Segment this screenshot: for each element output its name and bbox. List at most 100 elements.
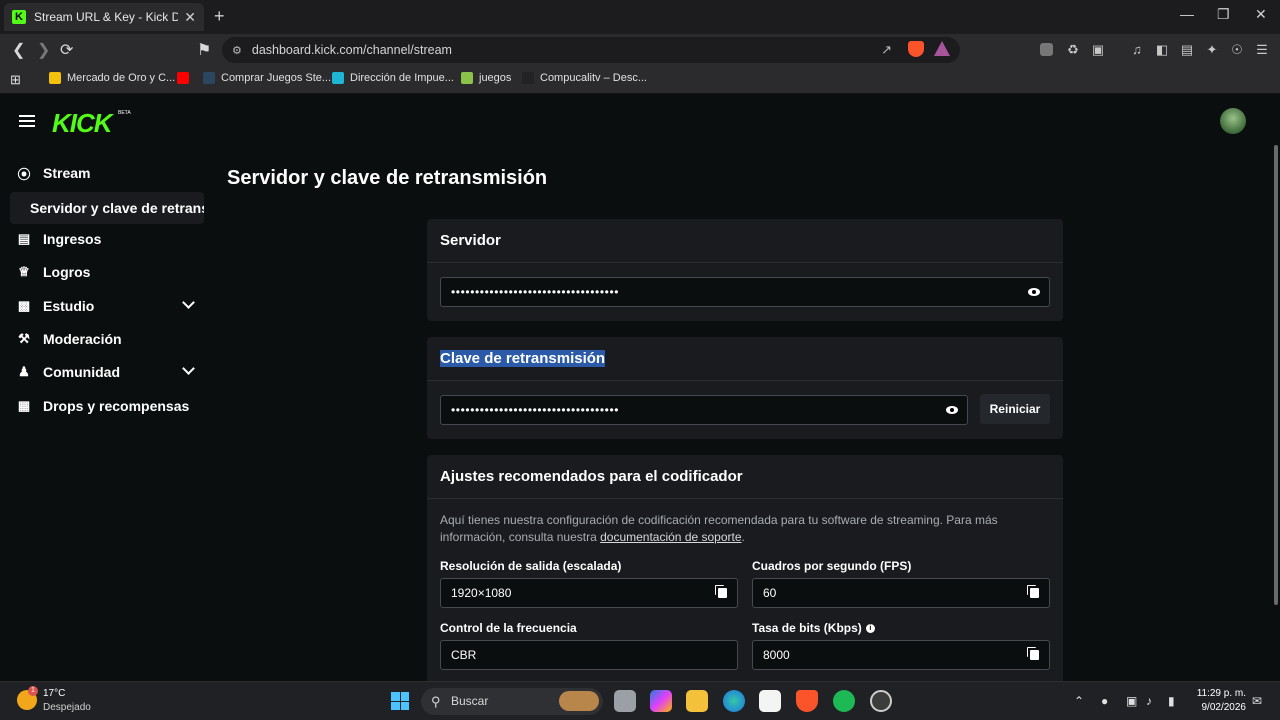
fps-label: Cuadros por segundo (FPS) xyxy=(752,559,912,573)
apps-grid-icon[interactable]: ⊞ xyxy=(10,72,21,88)
info-icon[interactable]: i xyxy=(865,624,875,634)
extension-icon[interactable] xyxy=(1040,43,1053,56)
browser-toolbar: ❮ ❯ ⟳ ⚑ ⚙ dashboard.kick.com/channel/str… xyxy=(0,34,1280,66)
eye-icon[interactable] xyxy=(946,406,958,414)
minimize-icon[interactable]: — xyxy=(1180,6,1194,22)
forward-icon[interactable]: ❯ xyxy=(37,40,50,60)
bitrate-field[interactable]: 8000 xyxy=(752,640,1050,670)
address-bar[interactable]: ⚙ dashboard.kick.com/channel/stream ↗ xyxy=(222,37,960,63)
sidebar-icon[interactable]: ◧ xyxy=(1154,42,1170,58)
page-scrollbar[interactable] xyxy=(1274,145,1278,605)
sidebar-subitem-server-key[interactable]: Servidor y clave de retransmisión xyxy=(10,192,204,224)
resolution-label: Resolución de salida (escalada) xyxy=(440,559,622,573)
maximize-icon[interactable]: ❐ xyxy=(1217,6,1230,23)
vpn-icon[interactable]: ☉ xyxy=(1229,42,1245,58)
notifications-icon[interactable]: ✉ xyxy=(1252,694,1262,708)
screenshot-icon[interactable]: ▣ xyxy=(1090,42,1106,58)
fps-field[interactable]: 60 xyxy=(752,578,1050,608)
avatar[interactable] xyxy=(1220,108,1246,134)
temperature[interactable]: 17°C xyxy=(43,688,65,699)
puzzle-icon[interactable]: ♻ xyxy=(1065,42,1081,58)
close-tab-icon[interactable]: ✕ xyxy=(184,9,196,26)
bookmark-icon[interactable]: ⚑ xyxy=(197,40,211,60)
bookmark-item[interactable]: Dirección de Impue... xyxy=(332,72,454,84)
bookmark-item[interactable] xyxy=(177,72,195,84)
bitrate-label-text: Tasa de bits (Kbps) xyxy=(752,621,862,635)
hamburger-menu-icon[interactable] xyxy=(19,115,35,127)
sidebar-item-comunidad[interactable]: ♟ Comunidad xyxy=(16,362,120,382)
brave-icon[interactable] xyxy=(796,690,818,712)
battery-icon[interactable]: ▮ xyxy=(1168,694,1175,708)
beta-badge: BETA xyxy=(118,110,131,116)
site-info-icon[interactable]: ⚙ xyxy=(232,44,242,57)
display-icon[interactable]: ▣ xyxy=(1126,694,1137,708)
brave-rewards-icon[interactable] xyxy=(934,41,950,56)
server-value: ••••••••••••••••••••••••••••••••••• xyxy=(451,285,620,299)
stream-key-value: ••••••••••••••••••••••••••••••••••• xyxy=(451,403,620,417)
sidebar-item-moderacion[interactable]: ⚒ Moderación xyxy=(16,329,121,349)
new-tab-button[interactable]: + xyxy=(214,6,225,27)
kick-logo[interactable]: KICK xyxy=(52,108,113,139)
taskbar-search[interactable]: ⚲ Buscar xyxy=(421,688,603,715)
eye-icon[interactable] xyxy=(1028,288,1040,296)
copilot-icon[interactable] xyxy=(650,690,672,712)
resolution-field[interactable]: 1920×1080 xyxy=(440,578,738,608)
store-icon[interactable] xyxy=(759,690,781,712)
copy-icon[interactable] xyxy=(1027,585,1039,598)
chevron-down-icon[interactable] xyxy=(182,364,196,378)
windows-start-icon[interactable] xyxy=(391,692,409,710)
sidebar-item-estudio[interactable]: ▩ Estudio xyxy=(16,296,95,316)
server-title: Servidor xyxy=(427,219,1063,263)
chevron-down-icon[interactable] xyxy=(182,298,196,312)
back-icon[interactable]: ❮ xyxy=(12,40,25,60)
file-explorer-icon[interactable] xyxy=(686,690,708,712)
trophy-icon: ♕ xyxy=(18,264,30,279)
microphone-icon[interactable]: ● xyxy=(1101,694,1108,708)
weather-badge: 1 xyxy=(28,686,38,696)
bookmark-favicon-icon xyxy=(522,72,534,84)
encoder-card: Ajustes recomendados para el codificador… xyxy=(427,455,1063,681)
sidebar-item-logros[interactable]: ♕ Logros xyxy=(16,262,90,282)
rate-control-field[interactable]: CBR xyxy=(440,640,738,670)
server-field[interactable]: ••••••••••••••••••••••••••••••••••• xyxy=(440,277,1050,307)
people-icon: ♟ xyxy=(18,364,30,379)
close-window-icon[interactable]: ✕ xyxy=(1255,6,1267,23)
task-view-icon[interactable] xyxy=(614,690,636,712)
support-docs-link[interactable]: documentación de soporte xyxy=(600,530,741,544)
edge-icon[interactable] xyxy=(723,690,745,712)
share-icon[interactable]: ↗ xyxy=(881,42,892,58)
wallet-icon[interactable]: ▤ xyxy=(1179,42,1195,58)
clock[interactable]: 11:29 p. m. 9/02/2026 xyxy=(1196,687,1246,715)
leo-ai-icon[interactable]: ✦ xyxy=(1204,42,1220,58)
weather-description[interactable]: Despejado xyxy=(43,702,91,713)
bookmark-favicon-icon xyxy=(203,72,215,84)
copy-icon[interactable] xyxy=(715,585,727,598)
chevron-up-icon[interactable]: ⌃ xyxy=(1074,694,1084,708)
stream-key-field[interactable]: ••••••••••••••••••••••••••••••••••• xyxy=(440,395,968,425)
encoder-description: Aquí tienes nuestra configuración de cod… xyxy=(440,512,1040,546)
reload-icon[interactable]: ⟳ xyxy=(60,40,73,60)
volume-icon[interactable]: ♪ xyxy=(1146,694,1152,708)
browser-tab[interactable]: K Stream URL & Key - Kick Dashboa ✕ xyxy=(4,3,204,31)
menu-icon[interactable]: ☰ xyxy=(1254,42,1270,58)
bookmark-item[interactable]: Compucalitv – Desc... xyxy=(522,72,647,84)
reset-button[interactable]: Reiniciar xyxy=(980,394,1050,424)
tab-title: Stream URL & Key - Kick Dashboa xyxy=(34,10,179,24)
sidebar-item-stream[interactable]: ⦿ Stream xyxy=(16,163,90,183)
bookmark-label: Comprar Juegos Ste... xyxy=(221,72,332,84)
bookmark-item[interactable]: juegos xyxy=(461,72,511,84)
app-icon[interactable] xyxy=(870,690,892,712)
music-icon[interactable]: ♫ xyxy=(1129,42,1145,58)
spotify-icon[interactable] xyxy=(833,690,855,712)
sidebar-item-ingresos[interactable]: ▤ Ingresos xyxy=(16,229,102,249)
sidebar-item-drops[interactable]: ▦ Drops y recompensas xyxy=(16,396,189,416)
brave-shield-icon[interactable] xyxy=(908,41,924,57)
copy-icon[interactable] xyxy=(1027,647,1039,660)
windows-taskbar: 1 17°C Despejado ⚲ Buscar ⌃ ● ▣ ♪ ▮ 11:2… xyxy=(0,681,1280,720)
bookmark-item[interactable]: Comprar Juegos Ste... xyxy=(203,72,331,84)
browser-tabbar: K Stream URL & Key - Kick Dashboa ✕ + — … xyxy=(0,0,1280,34)
bitrate-label: Tasa de bits (Kbps) i xyxy=(752,621,875,635)
bookmark-item[interactable]: Mercado de Oro y C... xyxy=(49,72,175,84)
page-title: Servidor y clave de retransmisión xyxy=(227,167,548,189)
bookmark-favicon-icon xyxy=(461,72,473,84)
